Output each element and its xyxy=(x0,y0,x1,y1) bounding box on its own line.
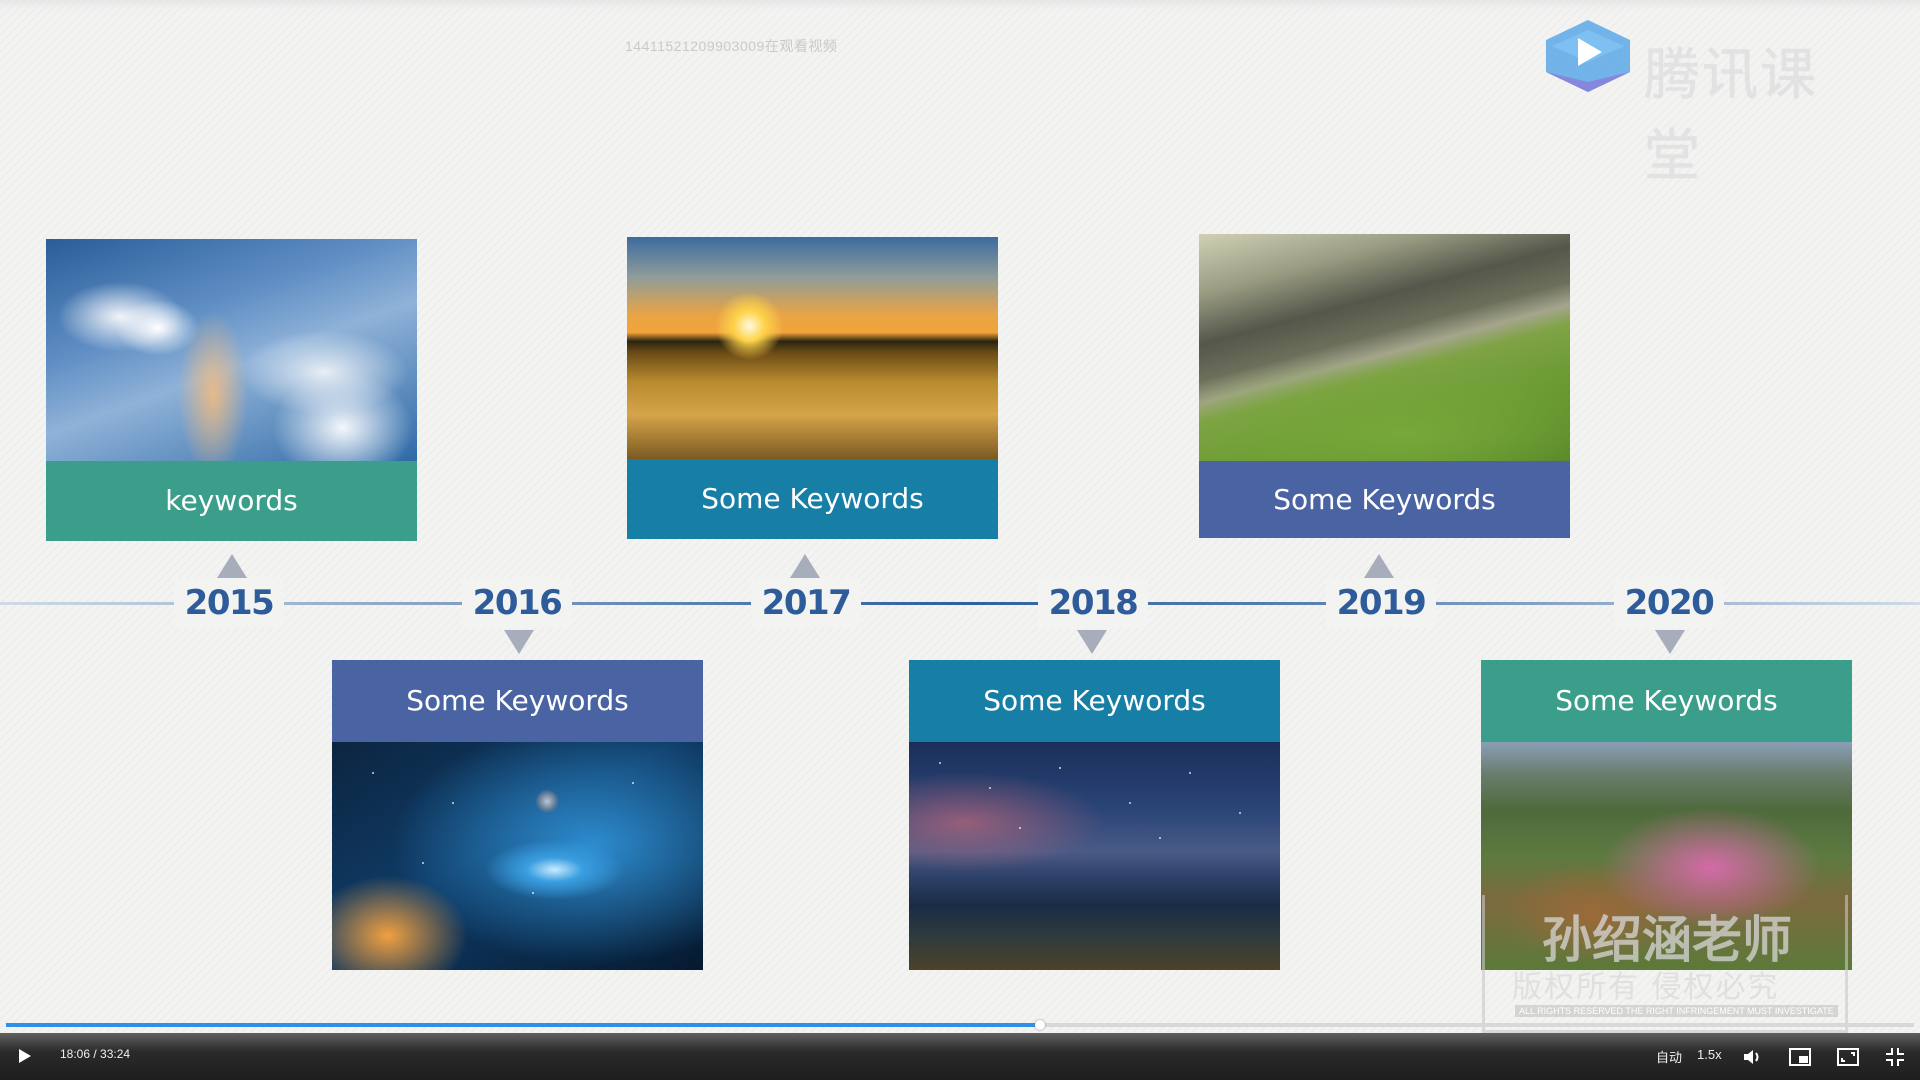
card-label: Some Keywords xyxy=(332,660,703,742)
quality-selector[interactable]: 自动 xyxy=(1656,1047,1682,1066)
year-2018: 2018 xyxy=(1038,578,1148,628)
picture-in-picture-icon[interactable] xyxy=(1788,1046,1812,1068)
speed-selector[interactable]: 1.5x xyxy=(1697,1047,1722,1062)
arrow-up-2015 xyxy=(217,554,247,578)
year-2019: 2019 xyxy=(1326,578,1436,628)
progress-bar[interactable] xyxy=(6,1020,1914,1030)
volume-icon[interactable] xyxy=(1741,1046,1763,1068)
night-sky-photo xyxy=(909,742,1280,970)
card-label: Some Keywords xyxy=(1481,660,1852,742)
card-2015: keywords xyxy=(46,239,417,541)
year-2017: 2017 xyxy=(751,578,861,628)
arrow-up-2019 xyxy=(1364,554,1394,578)
card-2019: Some Keywords xyxy=(1199,234,1570,538)
wheat-field-sunset-photo xyxy=(627,237,998,459)
arrow-down-2020 xyxy=(1655,630,1685,654)
green-hill-photo xyxy=(1199,234,1570,461)
year-2020: 2020 xyxy=(1614,578,1724,628)
card-label: keywords xyxy=(46,461,417,541)
web-fullscreen-icon[interactable] xyxy=(1836,1046,1860,1068)
clouds-photo xyxy=(46,239,417,461)
viewer-id-watermark: 14411521209903009在观看视频 xyxy=(625,38,838,54)
card-2018: Some Keywords xyxy=(909,660,1280,970)
year-2016: 2016 xyxy=(462,578,572,628)
slide-canvas: 14411521209903009在观看视频 腾讯课堂 2015 2016 20… xyxy=(0,0,1920,1080)
card-label: Some Keywords xyxy=(1199,461,1570,538)
arrow-up-2017 xyxy=(790,554,820,578)
play-logo-icon xyxy=(1546,20,1630,92)
space-photo xyxy=(332,742,703,970)
card-label: Some Keywords xyxy=(627,459,998,539)
exit-fullscreen-icon[interactable] xyxy=(1884,1046,1906,1068)
arrow-down-2018 xyxy=(1077,630,1107,654)
play-icon[interactable] xyxy=(14,1046,34,1066)
brand-name: 腾讯课堂 xyxy=(1644,43,1818,189)
copyright-watermark-en: ALL RIGHTS RESERVED THE RIGHT INFRINGEME… xyxy=(1515,1005,1838,1017)
progress-handle[interactable] xyxy=(1034,1020,1045,1030)
card-2017: Some Keywords xyxy=(627,237,998,539)
arrow-down-2016 xyxy=(504,630,534,654)
top-shade xyxy=(0,0,1920,10)
copyright-watermark: 版权所有 侵权必究 xyxy=(1512,970,1780,1005)
card-2016: Some Keywords xyxy=(332,660,703,970)
year-2015: 2015 xyxy=(174,578,284,628)
progress-fill xyxy=(6,1023,1040,1027)
time-display: 18:06 / 33:24 xyxy=(60,1047,131,1061)
player-control-bar: 18:06 / 33:24 自动 1.5x xyxy=(0,1033,1920,1080)
card-label: Some Keywords xyxy=(909,660,1280,742)
brand-logo: 腾讯课堂 xyxy=(1540,16,1870,189)
